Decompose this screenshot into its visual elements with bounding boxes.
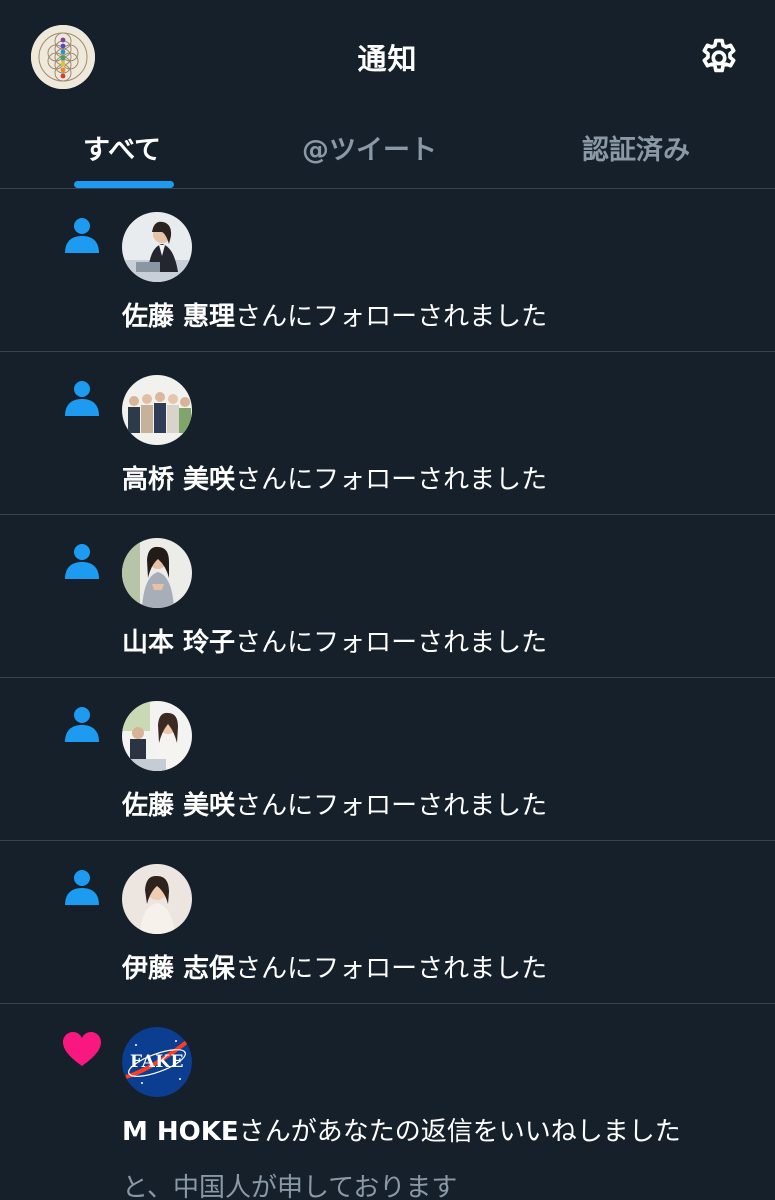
tab-all[interactable]: すべて [83, 128, 161, 167]
top-bar: 通知 [0, 0, 775, 112]
person-icon [65, 544, 99, 579]
user-name[interactable]: 高桥 美咲 [122, 465, 235, 495]
notification-message: さんにフォローされました [235, 465, 548, 495]
tab-bar: すべて @ツイート 認証済み [0, 112, 775, 189]
notification-text: 伊藤 志保さんにフォローされました [122, 948, 547, 985]
list-item[interactable]: FAKE M HOKEさんがあなたの返信をいいねしました と、中国人が申しており… [0, 1004, 775, 1200]
active-tab-indicator [74, 181, 174, 188]
list-item[interactable]: 佐藤 惠理さんにフォローされました [0, 189, 775, 352]
notification-text: 佐藤 惠理さんにフォローされました [122, 296, 547, 333]
notification-list: 佐藤 惠理さんにフォローされました 高桥 美咲さんにフォローされました 山本 玲… [0, 189, 775, 1200]
list-item[interactable]: 佐藤 美咲さんにフォローされました [0, 678, 775, 841]
settings-button[interactable] [697, 36, 741, 80]
user-name[interactable]: 佐藤 惠理 [122, 302, 235, 332]
list-item[interactable]: 山本 玲子さんにフォローされました [0, 515, 775, 678]
notification-message: さんにフォローされました [235, 302, 548, 332]
tab-verified[interactable]: 認証済み [582, 128, 690, 167]
avatar-photo [122, 701, 192, 771]
person-icon [65, 707, 99, 742]
avatar-photo [122, 864, 192, 934]
list-item[interactable]: 伊藤 志保さんにフォローされました [0, 841, 775, 1004]
avatar-photo [122, 538, 192, 608]
notification-message: さんがあなたの返信をいいねしました [238, 1117, 681, 1147]
user-name[interactable]: 山本 玲子 [122, 628, 235, 658]
person-icon [65, 870, 99, 905]
notification-message: さんにフォローされました [235, 954, 548, 984]
notification-text: M HOKEさんがあなたの返信をいいねしました [122, 1111, 681, 1148]
person-icon [65, 381, 99, 416]
avatar[interactable] [122, 538, 192, 608]
avatar[interactable]: FAKE [122, 1027, 192, 1097]
avatar-photo [122, 212, 192, 282]
avatar[interactable] [122, 701, 192, 771]
heart-icon [63, 1032, 101, 1066]
user-name[interactable]: M HOKE [122, 1117, 239, 1147]
avatar-photo [122, 375, 192, 445]
avatar-label: FAKE [130, 1052, 184, 1072]
notification-message: さんにフォローされました [235, 791, 548, 821]
avatar[interactable] [122, 864, 192, 934]
reply-snippet[interactable]: と、中国人が申しております [122, 1167, 457, 1200]
avatar[interactable] [122, 375, 192, 445]
notification-message: さんにフォローされました [235, 628, 548, 658]
notification-text: 佐藤 美咲さんにフォローされました [122, 785, 547, 822]
list-item[interactable]: 高桥 美咲さんにフォローされました [0, 352, 775, 515]
notification-text: 山本 玲子さんにフォローされました [122, 622, 547, 659]
user-name[interactable]: 伊藤 志保 [122, 954, 235, 984]
avatar[interactable] [122, 212, 192, 282]
page-title: 通知 [357, 42, 418, 76]
gear-icon [702, 38, 736, 73]
user-name[interactable]: 佐藤 美咲 [122, 791, 235, 821]
tab-mentions[interactable]: @ツイート [302, 128, 437, 167]
person-icon [65, 218, 99, 253]
notification-text: 高桥 美咲さんにフォローされました [122, 459, 547, 496]
